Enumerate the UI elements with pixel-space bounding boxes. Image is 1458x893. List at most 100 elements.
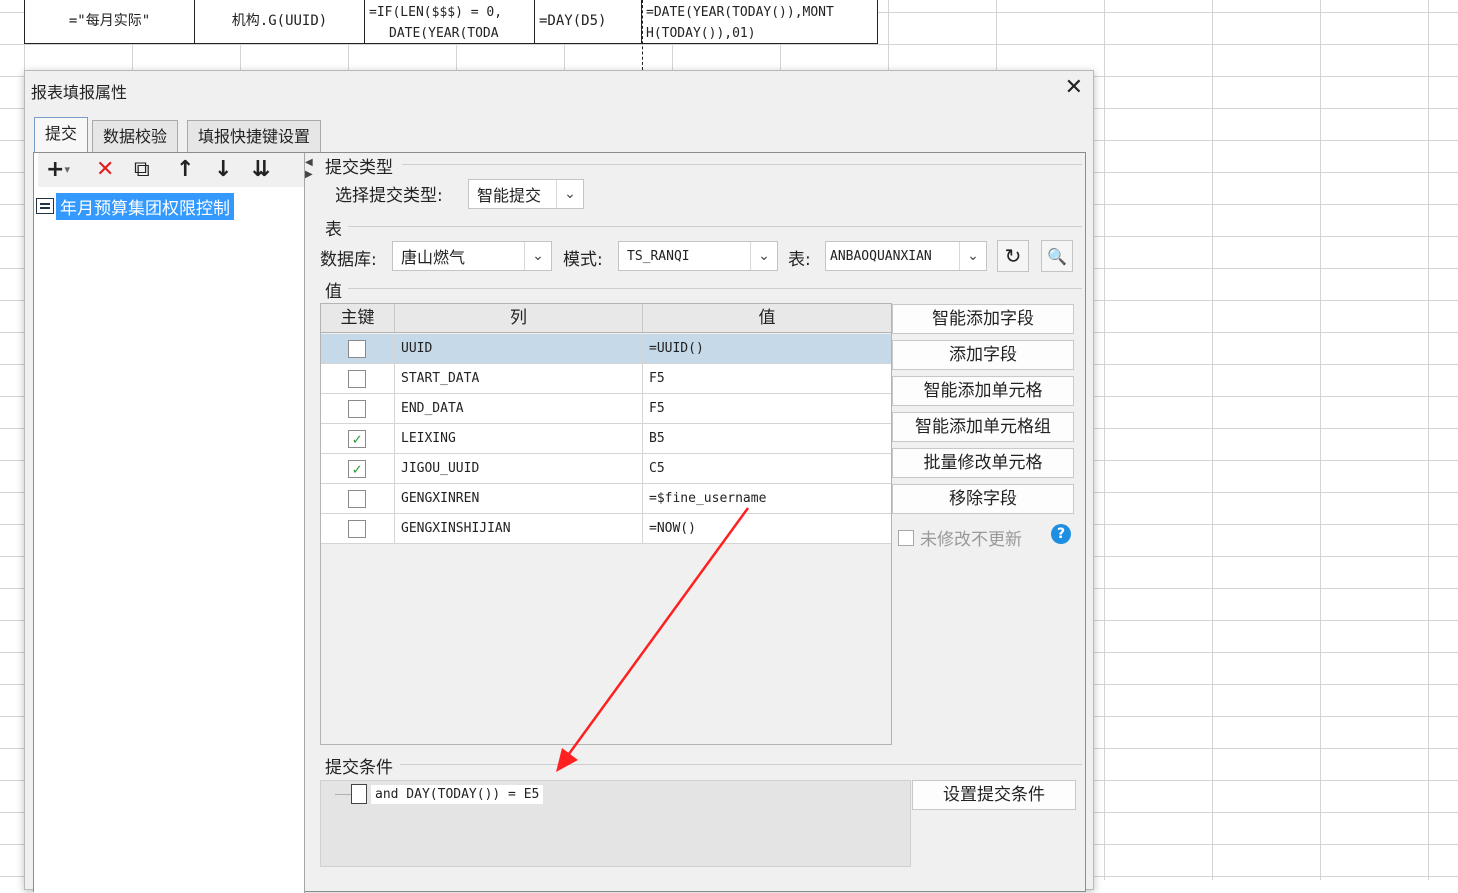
submit-type-value: 智能提交 bbox=[477, 186, 542, 205]
primary-key-checkbox[interactable] bbox=[348, 340, 366, 358]
database-select[interactable]: 唐山燃气 ⌄ bbox=[392, 241, 552, 271]
chevron-down-icon: ⌄ bbox=[959, 242, 986, 270]
field-mapping-table: 主键 列 值 UUID =UUID() START_DATA F5 END_DA… bbox=[320, 303, 892, 745]
tab-shortcut-settings[interactable]: 填报快捷键设置 bbox=[187, 120, 322, 152]
value-cell[interactable]: C5 bbox=[643, 454, 891, 483]
primary-key-checkbox[interactable] bbox=[348, 490, 366, 508]
divider bbox=[400, 764, 1082, 765]
remove-field-button[interactable]: 移除字段 bbox=[892, 484, 1074, 514]
condition-section-label: 提交条件 bbox=[325, 758, 393, 778]
plus-icon: + bbox=[46, 157, 65, 182]
divider bbox=[348, 288, 1082, 289]
smart-add-field-button[interactable]: 智能添加字段 bbox=[892, 304, 1074, 334]
column-cell[interactable]: END_DATA bbox=[395, 394, 643, 423]
table-row[interactable]: ✓ JIGOU_UUID C5 bbox=[321, 454, 891, 484]
sheet-cell-d[interactable]: =DAY(D5) bbox=[535, 0, 642, 44]
list-toolbar: +▾ ✕ ⧉ ↑ ↓ ⇊ bbox=[38, 153, 304, 187]
chevron-down-icon: ⌄ bbox=[524, 242, 551, 270]
list-item[interactable]: 年月预算集团权限控制 bbox=[36, 192, 300, 220]
dialog-title: 报表填报属性 bbox=[31, 83, 128, 102]
value-cell[interactable]: =$fine_username bbox=[643, 484, 891, 513]
sort-icon[interactable]: ⇊ bbox=[252, 157, 270, 183]
sheet-cell-c[interactable]: =IF(LEN($$$) = 0, DATE(YEAR(TODA bbox=[365, 0, 535, 44]
schema-value: TS_RANQI bbox=[627, 248, 690, 264]
values-section-label: 值 bbox=[325, 282, 342, 302]
sheet-cell-c-line1: =IF(LEN($$$) = 0, bbox=[369, 5, 503, 20]
value-cell[interactable]: B5 bbox=[643, 424, 891, 453]
primary-key-checkbox[interactable] bbox=[348, 400, 366, 418]
chevron-down-icon: ⌄ bbox=[750, 242, 777, 270]
header-primary-key[interactable]: 主键 bbox=[321, 304, 395, 332]
list-item-label: 年月预算集团权限控制 bbox=[56, 192, 234, 220]
column-cell[interactable]: START_DATA bbox=[395, 364, 643, 393]
value-cell[interactable]: =UUID() bbox=[643, 334, 891, 363]
delete-icon[interactable]: ✕ bbox=[96, 157, 114, 183]
divider bbox=[348, 226, 1082, 227]
table-row[interactable]: GENGXINREN =$fine_username bbox=[321, 484, 891, 514]
submit-type-select[interactable]: 智能提交 ⌄ bbox=[468, 179, 584, 209]
help-icon[interactable]: ? bbox=[1051, 524, 1071, 544]
tab-submit[interactable]: 提交 bbox=[34, 117, 89, 152]
header-value[interactable]: 值 bbox=[643, 304, 891, 332]
caret-icon: ▾ bbox=[64, 163, 70, 176]
pk-cell bbox=[321, 394, 395, 423]
move-up-icon[interactable]: ↑ bbox=[176, 157, 194, 183]
schema-select[interactable]: TS_RANQI ⌄ bbox=[618, 241, 778, 271]
move-down-icon[interactable]: ↓ bbox=[214, 157, 232, 183]
add-button[interactable]: +▾ bbox=[46, 157, 70, 183]
table-section-label: 表 bbox=[325, 220, 342, 240]
table-row[interactable]: END_DATA F5 bbox=[321, 394, 891, 424]
form-icon bbox=[36, 198, 54, 214]
refresh-icon[interactable]: ↻ bbox=[997, 240, 1029, 272]
sheet-cell-b[interactable]: 机构.G(UUID) bbox=[195, 0, 365, 44]
preview-icon[interactable]: 🔍 bbox=[1041, 240, 1073, 272]
table-label: 表: bbox=[788, 250, 811, 270]
collapse-arrows-icon[interactable]: ◀ ▶ bbox=[305, 157, 313, 181]
sheet-cell-a[interactable]: ="每月实际" bbox=[24, 0, 195, 44]
value-cell[interactable]: =NOW() bbox=[643, 514, 891, 543]
pk-cell: ✓ bbox=[321, 424, 395, 453]
copy-icon[interactable]: ⧉ bbox=[134, 157, 150, 183]
column-cell[interactable]: GENGXINSHIJIAN bbox=[395, 514, 643, 543]
sheet-cell-e[interactable]: =DATE(YEAR(TODAY()),MONT H(TODAY()),01) bbox=[642, 0, 878, 44]
sheet-cell-e-line2: H(TODAY()),01) bbox=[646, 26, 756, 41]
batch-modify-cell-button[interactable]: 批量修改单元格 bbox=[892, 448, 1074, 478]
value-cell[interactable]: F5 bbox=[643, 364, 891, 393]
header-column[interactable]: 列 bbox=[395, 304, 643, 332]
condition-item[interactable]: and DAY(TODAY()) = E5 bbox=[351, 781, 544, 807]
table-row[interactable]: UUID =UUID() bbox=[321, 334, 891, 364]
sheet-cell-e-line1: =DATE(YEAR(TODAY()),MONT bbox=[646, 5, 834, 20]
primary-key-checkbox-checked[interactable]: ✓ bbox=[348, 460, 366, 478]
set-condition-button[interactable]: 设置提交条件 bbox=[912, 780, 1076, 810]
primary-key-checkbox[interactable] bbox=[348, 370, 366, 388]
smart-add-cell-group-button[interactable]: 智能添加单元格组 bbox=[892, 412, 1074, 442]
table-select[interactable]: ANBAOQUANXIAN ⌄ bbox=[825, 241, 987, 271]
close-icon[interactable]: ✕ bbox=[1065, 75, 1083, 100]
value-cell[interactable]: F5 bbox=[643, 394, 891, 423]
tab-data-validation[interactable]: 数据校验 bbox=[92, 120, 179, 152]
column-cell[interactable]: UUID bbox=[395, 334, 643, 363]
submit-type-label: 选择提交类型: bbox=[335, 186, 443, 206]
condition-tree: and DAY(TODAY()) = E5 bbox=[320, 780, 911, 867]
column-cell[interactable]: GENGXINREN bbox=[395, 484, 643, 513]
no-update-checkbox[interactable]: 未修改不更新 bbox=[898, 525, 1022, 550]
submission-list-pane: +▾ ✕ ⧉ ↑ ↓ ⇊ 年月预算集团权限控制 bbox=[34, 153, 305, 893]
table-row[interactable]: START_DATA F5 bbox=[321, 364, 891, 394]
column-cell[interactable]: JIGOU_UUID bbox=[395, 454, 643, 483]
no-update-label: 未修改不更新 bbox=[920, 530, 1022, 550]
sheet-cell-c-line2: DATE(YEAR(TODA bbox=[389, 26, 499, 41]
tree-connector bbox=[335, 794, 351, 795]
table-row[interactable]: GENGXINSHIJIAN =NOW() bbox=[321, 514, 891, 544]
database-value: 唐山燃气 bbox=[401, 248, 466, 267]
column-cell[interactable]: LEIXING bbox=[395, 424, 643, 453]
submit-type-section-label: 提交类型 bbox=[325, 158, 393, 178]
checkbox-box bbox=[898, 529, 914, 546]
primary-key-checkbox-checked[interactable]: ✓ bbox=[348, 430, 366, 448]
add-field-button[interactable]: 添加字段 bbox=[892, 340, 1074, 370]
page-icon bbox=[351, 784, 367, 804]
primary-key-checkbox[interactable] bbox=[348, 520, 366, 538]
smart-add-cell-button[interactable]: 智能添加单元格 bbox=[892, 376, 1074, 406]
pk-cell bbox=[321, 514, 395, 543]
pk-cell: ✓ bbox=[321, 454, 395, 483]
table-row[interactable]: ✓ LEIXING B5 bbox=[321, 424, 891, 454]
